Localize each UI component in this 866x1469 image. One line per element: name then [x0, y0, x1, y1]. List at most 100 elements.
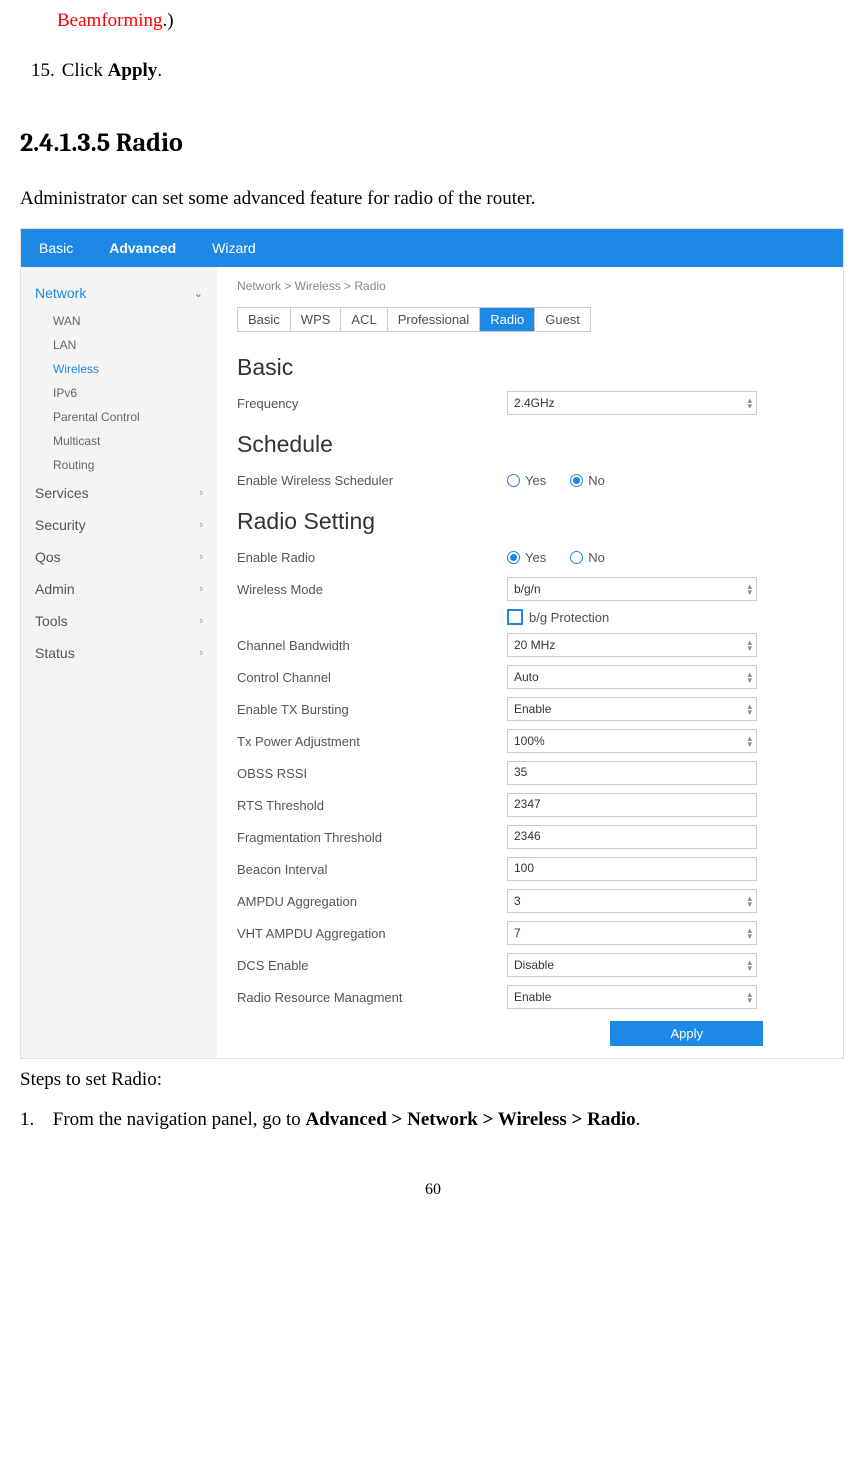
tab-radio[interactable]: Radio: [480, 308, 535, 331]
wireless-tabs: Basic WPS ACL Professional Radio Guest: [237, 307, 591, 332]
rrm-value: Enable: [514, 990, 551, 1004]
wireless-mode-value: b/g/n: [514, 582, 541, 596]
tab-acl[interactable]: ACL: [341, 308, 387, 331]
stepper-icon: ▴▾: [747, 991, 752, 1003]
step-15: 15. Click Apply.: [31, 60, 851, 82]
ampdu-label: AMPDU Aggregation: [237, 894, 507, 909]
ampdu-select[interactable]: 3 ▴▾: [507, 889, 757, 913]
step-15-bold: Apply: [108, 60, 158, 81]
rrm-label: Radio Resource Managment: [237, 990, 507, 1005]
steps-label: Steps to set Radio:: [20, 1069, 851, 1091]
radio-checked-icon: [570, 474, 583, 487]
obss-rssi-label: OBSS RSSI: [237, 766, 507, 781]
sidebar-sub-wan[interactable]: WAN: [21, 309, 217, 333]
sidebar-item-admin[interactable]: Admin ›: [21, 573, 217, 605]
radio-icon: [507, 474, 520, 487]
section-heading: 2.4.1.3.5 Radio: [20, 128, 851, 158]
sidebar-sub-lan[interactable]: LAN: [21, 333, 217, 357]
breadcrumb: Network > Wireless > Radio: [237, 279, 823, 293]
control-channel-select[interactable]: Auto▴▾: [507, 665, 757, 689]
bg-protection-checkbox[interactable]: [507, 609, 523, 625]
yes-label: Yes: [525, 473, 546, 488]
sidebar-sub-wireless[interactable]: Wireless: [21, 357, 217, 381]
sidebar-item-network[interactable]: Network ⌄: [21, 277, 217, 309]
stepper-icon: ▴▾: [747, 927, 752, 939]
step-1-post: .: [636, 1109, 641, 1130]
stepper-icon: ▴▾: [747, 397, 752, 409]
topnav-basic[interactable]: Basic: [21, 229, 91, 267]
frag-input[interactable]: 2346: [507, 825, 757, 849]
beacon-label: Beacon Interval: [237, 862, 507, 877]
scheduler-label: Enable Wireless Scheduler: [237, 473, 507, 488]
no-label: No: [588, 550, 605, 565]
frag-label: Fragmentation Threshold: [237, 830, 507, 845]
step-1-pre: From the navigation panel, go to: [53, 1109, 306, 1130]
tx-power-select[interactable]: 100%▴▾: [507, 729, 757, 753]
sidebar-sub-ipv6[interactable]: IPv6: [21, 381, 217, 405]
chevron-right-icon: ›: [199, 583, 203, 595]
sidebar-item-security[interactable]: Security›: [21, 509, 217, 541]
sidebar: Network ⌄ WAN LAN Wireless IPv6 Parental…: [21, 267, 217, 1058]
yes-label: Yes: [525, 550, 546, 565]
rrm-select[interactable]: Enable ▴▾: [507, 985, 757, 1009]
chevron-right-icon: ›: [199, 487, 203, 499]
stepper-icon: ▴▾: [747, 895, 752, 907]
sidebar-sub-parental[interactable]: Parental Control: [21, 405, 217, 429]
topnav-wizard[interactable]: Wizard: [194, 229, 274, 267]
tx-power-label: Tx Power Adjustment: [237, 734, 507, 749]
content-area: Network > Wireless > Radio Basic WPS ACL…: [217, 267, 843, 1058]
sidebar-sub-multicast[interactable]: Multicast: [21, 429, 217, 453]
sidebar-item-qos[interactable]: Qos›: [21, 541, 217, 573]
chevron-right-icon: ›: [199, 647, 203, 659]
channel-bw-select[interactable]: 20 MHz▴▾: [507, 633, 757, 657]
step-15-pre: Click: [62, 60, 108, 81]
section-radio-title: Radio Setting: [237, 508, 823, 535]
ampdu-value: 3: [514, 894, 521, 908]
sidebar-item-services[interactable]: Services ›: [21, 477, 217, 509]
tab-professional[interactable]: Professional: [388, 308, 481, 331]
dcs-select[interactable]: Disable▴▾: [507, 953, 757, 977]
scheduler-yes[interactable]: Yes: [507, 473, 546, 488]
tab-basic[interactable]: Basic: [238, 308, 291, 331]
tx-bursting-label: Enable TX Bursting: [237, 702, 507, 717]
sidebar-services-label: Services: [35, 485, 89, 501]
rts-input[interactable]: 2347: [507, 793, 757, 817]
enable-radio-yes[interactable]: Yes: [507, 550, 546, 565]
step-1: 1. From the navigation panel, go to Adva…: [20, 1109, 851, 1131]
step-1-bold: Advanced > Network > Wireless > Radio: [306, 1109, 636, 1130]
scheduler-no[interactable]: No: [570, 473, 605, 488]
section-basic-title: Basic: [237, 354, 823, 381]
frequency-select[interactable]: 2.4GHz ▴▾: [507, 391, 757, 415]
chevron-right-icon: ›: [199, 615, 203, 627]
tx-power-value: 100%: [514, 734, 545, 748]
sidebar-item-tools[interactable]: Tools›: [21, 605, 217, 637]
sidebar-item-status[interactable]: Status›: [21, 637, 217, 669]
obss-rssi-input[interactable]: 35: [507, 761, 757, 785]
stepper-icon: ▴▾: [747, 959, 752, 971]
wireless-mode-select[interactable]: b/g/n▴▾: [507, 577, 757, 601]
tx-bursting-select[interactable]: Enable▴▾: [507, 697, 757, 721]
no-label: No: [588, 473, 605, 488]
radio-icon: [570, 551, 583, 564]
beacon-input[interactable]: 100: [507, 857, 757, 881]
chevron-down-icon: ⌄: [194, 287, 203, 300]
enable-radio-no[interactable]: No: [570, 550, 605, 565]
frequency-label: Frequency: [237, 396, 507, 411]
frequency-value: 2.4GHz: [514, 396, 555, 410]
fragment-red: Beamforming: [57, 10, 163, 31]
sidebar-admin-label: Admin: [35, 581, 75, 597]
bg-protection-label: b/g Protection: [529, 610, 609, 625]
channel-bw-label: Channel Bandwidth: [237, 638, 507, 653]
vht-ampdu-select[interactable]: 7 ▴▾: [507, 921, 757, 945]
tab-wps[interactable]: WPS: [291, 308, 342, 331]
step-1-num: 1.: [20, 1109, 48, 1131]
rts-label: RTS Threshold: [237, 798, 507, 813]
step-15-num: 15.: [31, 60, 57, 82]
topnav-advanced[interactable]: Advanced: [91, 229, 194, 267]
step-15-post: .: [157, 60, 162, 81]
sidebar-network-label: Network: [35, 285, 86, 301]
sidebar-sub-routing[interactable]: Routing: [21, 453, 217, 477]
vht-ampdu-value: 7: [514, 926, 521, 940]
tab-guest[interactable]: Guest: [535, 308, 590, 331]
apply-button[interactable]: Apply: [610, 1021, 763, 1046]
